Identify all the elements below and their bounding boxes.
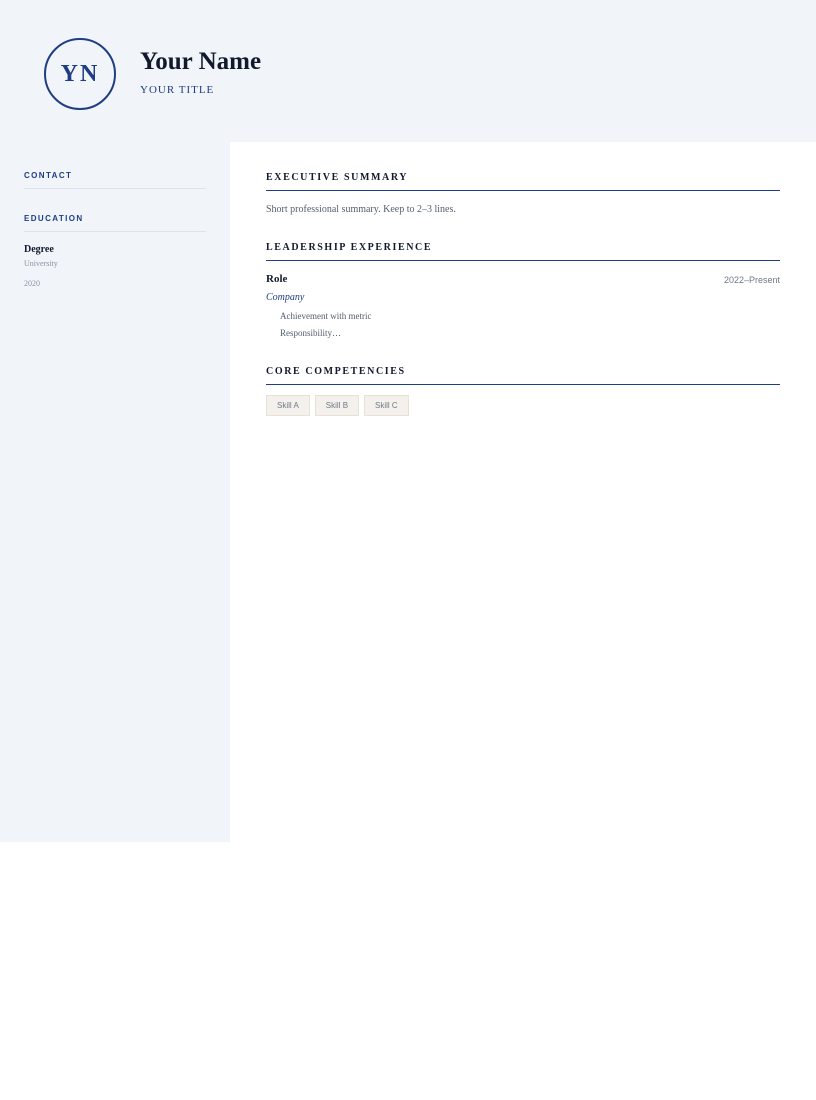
education-school: University [24,259,58,268]
education-year: 2020 [24,279,40,288]
experience-heading: LEADERSHIP EXPERIENCE [266,242,433,253]
monogram-badge: YN [44,38,116,110]
summary-divider [266,190,780,191]
skills-list: Skill A Skill B Skill C [266,395,409,416]
education-heading: EDUCATION [24,214,84,223]
candidate-title: YOUR TITLE [140,84,215,96]
experience-bullet: Achievement with metric [280,311,372,321]
skill-chip: Skill B [314,395,360,416]
education-degree: Degree [24,244,54,255]
experience-divider [266,260,780,261]
experience-role: Role [266,273,288,285]
competencies-divider [266,384,780,385]
contact-heading: CONTACT [24,171,73,180]
skill-chip: Skill A [266,395,310,416]
experience-dates: 2022–Present [723,275,780,285]
competencies-heading: CORE COMPETENCIES [266,366,406,377]
resume-header: YN Your Name YOUR TITLE [0,0,816,142]
summary-heading: EXECUTIVE SUMMARY [266,172,409,183]
sidebar: CONTACT EDUCATION Degree University 2020 [0,142,230,842]
candidate-name: Your Name [140,48,262,75]
contact-divider [24,188,206,189]
experience-company: Company [266,292,305,303]
summary-text: Short professional summary. Keep to 2–3 … [266,204,456,215]
experience-bullet: Responsibility… [280,328,342,338]
skill-chip: Skill C [364,395,409,416]
education-divider [24,231,206,232]
